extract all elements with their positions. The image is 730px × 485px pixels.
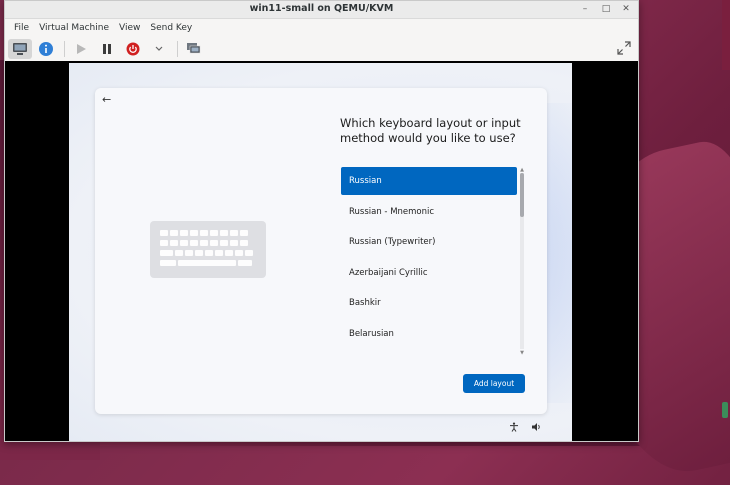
scroll-down-icon[interactable]: ▼ xyxy=(519,350,525,356)
setup-panel: ← Which keyboard layout or input method … xyxy=(95,88,547,414)
shutdown-icon xyxy=(126,42,140,56)
menubar: File Virtual Machine View Send Key xyxy=(5,19,638,37)
snapshots-button[interactable] xyxy=(182,39,206,59)
scroll-thumb[interactable] xyxy=(520,173,524,217)
dropdown-chevron-icon xyxy=(155,46,163,51)
add-layout-button[interactable]: Add layout xyxy=(463,374,525,393)
titlebar[interactable]: win11-small on QEMU/KVM – □ ✕ xyxy=(5,1,638,19)
minimize-button[interactable]: – xyxy=(578,3,592,16)
list-item-russian-mnemonic[interactable]: Russian - Mnemonic xyxy=(341,198,517,226)
details-button[interactable] xyxy=(34,39,58,59)
details-icon xyxy=(39,42,53,56)
vm-display[interactable]: ← Which keyboard layout or input method … xyxy=(5,61,638,441)
menu-send-key[interactable]: Send Key xyxy=(145,23,197,33)
shutdown-button[interactable] xyxy=(121,39,145,59)
fullscreen-icon xyxy=(617,41,631,55)
list-item-azerbaijani-cyrillic[interactable]: Azerbaijani Cyrillic xyxy=(341,259,517,287)
console-icon xyxy=(13,43,27,55)
run-icon xyxy=(77,44,86,54)
list-item-russian-typewriter[interactable]: Russian (Typewriter) xyxy=(341,228,517,256)
window-title: win11-small on QEMU/KVM xyxy=(249,3,394,14)
back-arrow-icon[interactable]: ← xyxy=(102,93,111,106)
layout-list: Russian Russian - Mnemonic Russian (Type… xyxy=(341,167,527,359)
accessibility-icon[interactable] xyxy=(509,422,519,435)
guest-screen: ← Which keyboard layout or input method … xyxy=(69,63,572,441)
menu-view[interactable]: View xyxy=(114,23,145,33)
menu-file[interactable]: File xyxy=(9,23,34,33)
toolbar xyxy=(5,37,638,62)
menu-virtual-machine[interactable]: Virtual Machine xyxy=(34,23,114,33)
volume-icon[interactable] xyxy=(531,422,542,435)
console-button[interactable] xyxy=(8,39,32,59)
pause-icon xyxy=(103,44,111,54)
page-title: Which keyboard layout or input method wo… xyxy=(340,116,521,145)
snapshots-icon xyxy=(187,43,201,54)
shutdown-menu-button[interactable] xyxy=(147,39,171,59)
fullscreen-button[interactable] xyxy=(616,40,632,60)
close-button[interactable]: ✕ xyxy=(619,3,633,16)
layout-list-scrollbar[interactable]: ▲ ▼ xyxy=(518,167,526,356)
keyboard-illustration xyxy=(150,221,266,278)
maximize-button[interactable]: □ xyxy=(599,3,613,16)
list-item-bashkir[interactable]: Bashkir xyxy=(341,289,517,317)
desktop-indicator xyxy=(722,402,728,418)
run-button[interactable] xyxy=(69,39,93,59)
list-item-russian[interactable]: Russian xyxy=(341,167,517,195)
vm-window: win11-small on QEMU/KVM – □ ✕ File Virtu… xyxy=(4,0,639,442)
pause-button[interactable] xyxy=(95,39,119,59)
list-item-belarusian[interactable]: Belarusian xyxy=(341,320,517,348)
